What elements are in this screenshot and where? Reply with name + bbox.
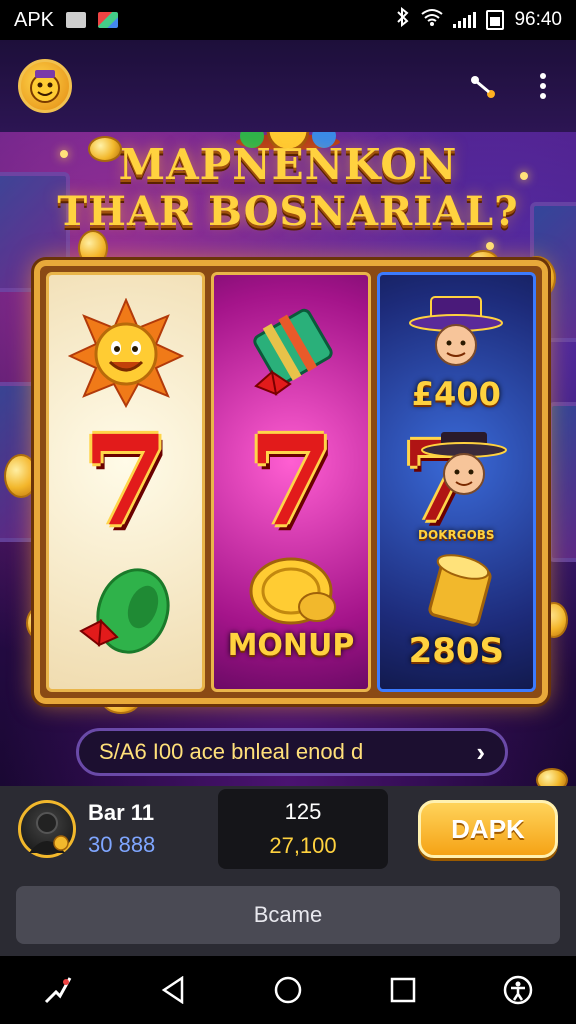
- app-notification-icon: [98, 12, 119, 28]
- player-info: Bar 11 30 888: [88, 800, 208, 858]
- home-icon[interactable]: [266, 968, 310, 1012]
- play-button[interactable]: DAPK: [418, 800, 558, 858]
- symbol-caption: DOKRGOBS: [418, 527, 495, 542]
- seven-symbol: 7: [82, 408, 169, 554]
- signal-icon: [453, 12, 477, 28]
- title-line-2: THAR BOSNARIAL?: [57, 188, 519, 235]
- reel-2: 7 MONUP: [211, 272, 371, 692]
- share-icon[interactable]: [468, 71, 498, 101]
- bet-box: 125 27,100: [218, 789, 388, 869]
- coin-amount-label: 280S: [408, 630, 505, 671]
- navigation-bar: [0, 956, 576, 1024]
- hat-man-symbol: £400: [391, 293, 521, 413]
- green-ribbon-symbol: [61, 551, 191, 671]
- gift-box-symbol: [226, 293, 356, 413]
- bottom-wide-button[interactable]: Bcame: [16, 886, 560, 944]
- monup-label: MONUP: [227, 627, 355, 663]
- player-row: Bar 11 30 888 125 27,100 DAPK: [0, 786, 576, 872]
- seven-symbol: 7: [247, 408, 335, 554]
- slot-machine-frame: 7 7 MONUP £400 7 DOKRGOBS 280S: [34, 260, 548, 704]
- gold-coins-symbol: MONUP: [226, 551, 356, 671]
- info-bar[interactable]: S/A6 I00 ace bnleal enod d ›: [76, 728, 508, 776]
- chevron-right-icon: ›: [476, 736, 485, 767]
- seven-with-man-symbol: 7 DOKRGOBS: [391, 422, 521, 542]
- assist-icon[interactable]: [36, 968, 80, 1012]
- coin-icon: [88, 136, 122, 162]
- win-value: 27,100: [269, 833, 337, 858]
- game-stage: MAPNENKON THAR BOSNARIAL? 7 7 MONUP £400…: [0, 132, 576, 786]
- coin-icon: [4, 454, 38, 498]
- player-avatar[interactable]: [18, 800, 76, 858]
- status-app-label: APK: [14, 8, 55, 31]
- background-machine-right: [548, 402, 576, 562]
- image-notification-icon: [66, 12, 87, 28]
- reel-3: £400 7 DOKRGOBS 280S: [376, 272, 536, 692]
- status-bar: APK 96:40: [0, 0, 576, 40]
- app-bar: [0, 40, 576, 132]
- more-vertical-icon[interactable]: [528, 71, 558, 101]
- bottom-panel: Bar 11 30 888 125 27,100 DAPK Bcame: [0, 786, 576, 956]
- bluetooth-icon: [395, 6, 411, 33]
- player-name: Bar 11: [88, 800, 155, 825]
- wifi-icon: [421, 8, 444, 32]
- battery-icon: [486, 10, 505, 30]
- prize-label: £400: [411, 375, 501, 414]
- title-line-1: MAPNENKON: [118, 140, 458, 189]
- player-balance: 30 888: [88, 832, 156, 857]
- back-icon[interactable]: [151, 968, 195, 1012]
- info-bar-text: S/A6 I00 ace bnleal enod d: [99, 739, 364, 764]
- mascot-avatar-icon[interactable]: [18, 59, 72, 113]
- bet-value: 125: [284, 799, 322, 824]
- reel-1: 7: [46, 272, 206, 692]
- accessibility-icon[interactable]: [496, 968, 540, 1012]
- coin-stack-symbol: 280S: [391, 551, 521, 671]
- status-time: 96:40: [514, 9, 562, 30]
- sun-face-symbol: [61, 293, 191, 413]
- recents-icon[interactable]: [381, 968, 425, 1012]
- coin-icon: [536, 768, 568, 786]
